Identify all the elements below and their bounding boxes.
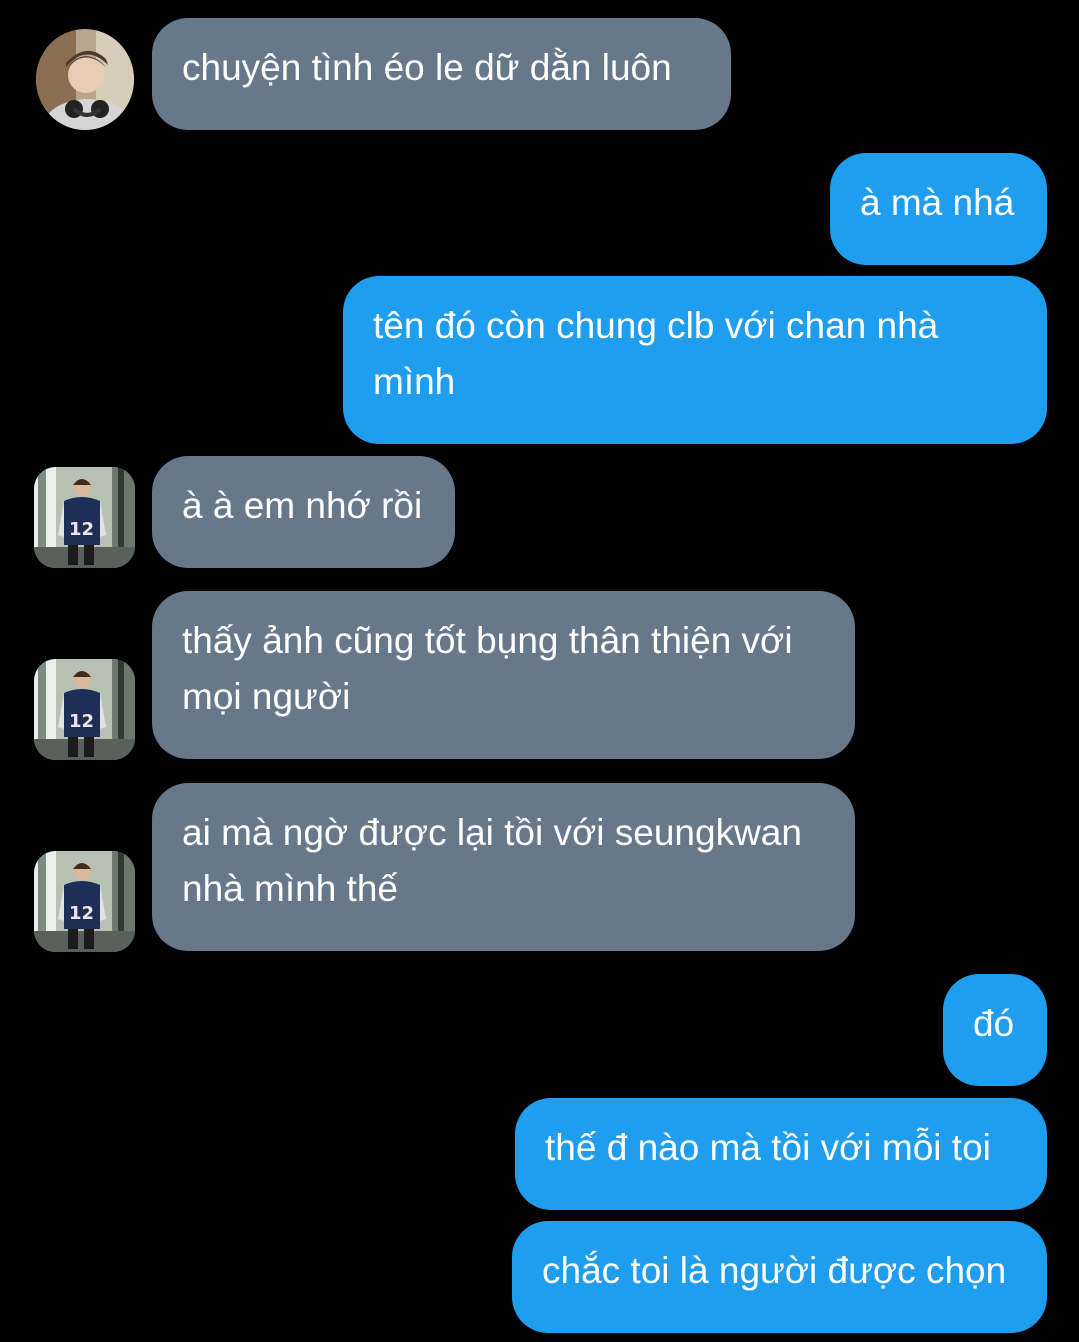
message-bubble-outgoing[interactable]: thế đ nào mà tồi với mỗi toi: [515, 1098, 1047, 1210]
message-bubble-incoming[interactable]: à à em nhớ rồi: [152, 456, 455, 568]
svg-text:12: 12: [69, 711, 94, 732]
message-bubble-incoming[interactable]: chuyện tình éo le dữ dằn luôn: [152, 18, 731, 130]
avatar-photo-icon: 12: [34, 467, 135, 568]
chat-thread: chuyện tình éo le dữ dằn luôn à mà nhá t…: [0, 0, 1079, 1342]
message-bubble-outgoing[interactable]: đó: [943, 974, 1047, 1086]
contact-avatar[interactable]: 12: [34, 851, 135, 952]
message-bubble-outgoing[interactable]: à mà nhá: [830, 153, 1047, 265]
contact-avatar[interactable]: 12: [34, 467, 135, 568]
message-bubble-outgoing[interactable]: chắc toi là người được chọn: [512, 1221, 1047, 1333]
svg-text:12: 12: [69, 903, 94, 924]
message-bubble-incoming[interactable]: thấy ảnh cũng tốt bụng thân thiện với mọ…: [152, 591, 855, 759]
avatar-photo-icon: 12: [34, 659, 135, 760]
svg-text:12: 12: [69, 519, 94, 540]
message-bubble-incoming[interactable]: ai mà ngờ được lại tồi với seungkwan nhà…: [152, 783, 855, 951]
contact-avatar[interactable]: 12: [34, 659, 135, 760]
message-bubble-outgoing[interactable]: tên đó còn chung clb với chan nhà mình: [343, 276, 1047, 444]
avatar-photo-icon: [36, 29, 134, 130]
contact-avatar[interactable]: [36, 29, 134, 130]
avatar-photo-icon: 12: [34, 851, 135, 952]
